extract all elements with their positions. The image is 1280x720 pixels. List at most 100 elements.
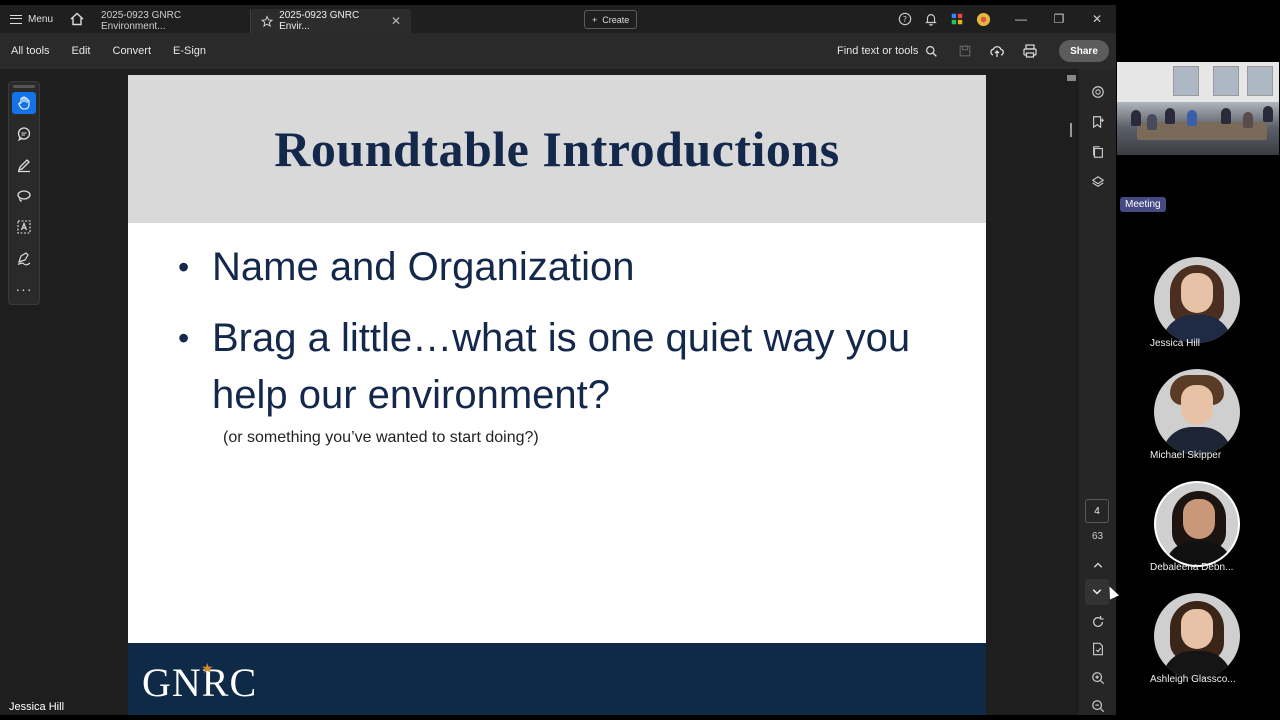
previous-page-button[interactable]: [1079, 559, 1116, 571]
search-icon: [926, 45, 938, 57]
avatar-face: [1181, 609, 1213, 649]
pen-icon: [17, 159, 30, 173]
rail-panels: [1088, 83, 1108, 191]
participant-name: Michael Skipper: [1150, 450, 1222, 461]
current-page-input[interactable]: 4: [1085, 499, 1109, 523]
active-speaker-label: Jessica Hill: [9, 701, 65, 713]
apps-grid-icon[interactable]: [949, 11, 965, 27]
toolbar-icons: [958, 33, 1038, 69]
tab-label: 2025-0923 GNRC Environment...: [101, 10, 182, 32]
menu-label: Menu: [28, 13, 54, 25]
bullet-item: Name and Organization: [178, 239, 958, 296]
text-tool-button[interactable]: [12, 216, 36, 238]
attendee-figure: [1131, 110, 1141, 126]
quick-tools-bar: ···: [8, 81, 40, 305]
edit-menu[interactable]: Edit: [61, 45, 102, 57]
find-tools-button[interactable]: Find text or tools: [837, 33, 938, 69]
create-label: Create: [602, 14, 630, 25]
bullet-list: Name and Organization Brag a little…what…: [178, 239, 958, 438]
draw-tool-button[interactable]: [12, 185, 36, 207]
comment-tool-button[interactable]: [12, 123, 36, 145]
attendee-figure: [1221, 108, 1231, 124]
plus-icon: +: [592, 14, 598, 25]
acrobat-window: Menu 2025-0923 GNRC Environment... 2025-…: [0, 5, 1116, 715]
next-page-button[interactable]: [1085, 579, 1109, 605]
bookmark-icon[interactable]: [1088, 113, 1108, 131]
drag-handle[interactable]: [13, 85, 35, 88]
signature-icon: [17, 252, 31, 266]
avatar-face: [1181, 273, 1213, 313]
slide-footer: GNRC ★: [128, 643, 986, 715]
help-icon[interactable]: ?: [897, 11, 913, 27]
find-label: Find text or tools: [837, 45, 919, 57]
upload-cloud-icon[interactable]: [989, 43, 1005, 59]
highlight-tool-button[interactable]: [12, 154, 36, 176]
create-button[interactable]: + Create: [584, 10, 638, 29]
vertical-scrollbar[interactable]: [1066, 75, 1076, 715]
ai-assistant-icon[interactable]: [1088, 83, 1108, 101]
pdf-page: Roundtable Introductions Name and Organi…: [128, 75, 986, 715]
avatar-face: [1183, 499, 1215, 539]
print-icon[interactable]: [1022, 43, 1038, 59]
restore-button[interactable]: ❐: [1040, 5, 1078, 33]
home-button[interactable]: [63, 5, 91, 33]
hand-icon: [18, 96, 30, 110]
sign-tool-button[interactable]: [12, 247, 36, 269]
tab-label: 2025-0923 GNRC Envir...: [279, 10, 360, 32]
avatar: [1154, 481, 1240, 567]
lasso-icon: [17, 190, 31, 202]
zoom-in-icon: [1091, 672, 1104, 685]
more-icon: ···: [15, 281, 33, 297]
screen: Menu 2025-0923 GNRC Environment... 2025-…: [0, 0, 1280, 720]
minimize-button[interactable]: —: [1002, 5, 1040, 33]
zoom-out-button[interactable]: [1079, 699, 1116, 713]
document-export-icon: [1092, 642, 1103, 656]
all-tools-menu[interactable]: All tools: [0, 45, 61, 57]
avatar-face: [1181, 385, 1213, 425]
participant-name: Ashleigh Glassco...: [1150, 674, 1236, 685]
more-tools-button[interactable]: ···: [12, 278, 36, 300]
scrollbar-thumb[interactable]: [1067, 75, 1076, 81]
star-icon: [261, 14, 274, 27]
chevron-down-icon: [1092, 589, 1102, 595]
total-pages: 63: [1091, 531, 1104, 542]
logo-star-icon: ★: [201, 660, 214, 676]
close-window-button[interactable]: ✕: [1078, 5, 1116, 33]
attendee-figure: [1147, 114, 1157, 130]
room-video-feed[interactable]: [1117, 62, 1279, 155]
comment-icon: [17, 127, 31, 142]
bell-icon[interactable]: [923, 11, 939, 27]
pages-icon[interactable]: [1088, 143, 1108, 161]
tab-close-icon[interactable]: ✕: [391, 14, 401, 28]
zoom-out-icon: [1091, 700, 1104, 713]
page-export-button[interactable]: [1079, 642, 1116, 656]
main-toolbar: All tools Edit Convert E-Sign Find text …: [0, 33, 1116, 69]
window-controls: — ❐ ✕: [1002, 5, 1116, 33]
rotate-button[interactable]: [1079, 615, 1116, 629]
title-icons: ?: [897, 5, 991, 33]
zoom-in-button[interactable]: [1079, 671, 1116, 685]
scroll-position-mark: [1070, 123, 1072, 137]
layers-icon[interactable]: [1088, 173, 1108, 191]
svg-text:?: ?: [903, 15, 907, 24]
rotate-icon: [1092, 615, 1104, 627]
avatar: [1154, 257, 1240, 343]
video-window: [1173, 66, 1199, 96]
share-button[interactable]: Share: [1059, 40, 1109, 62]
hand-tool-button[interactable]: [12, 92, 36, 114]
attendee-figure: [1165, 108, 1175, 124]
attendee-figure: [1243, 112, 1253, 128]
slide-title: Roundtable Introductions: [274, 121, 840, 177]
right-rail: 4 63: [1079, 69, 1116, 715]
esign-menu[interactable]: E-Sign: [162, 45, 217, 57]
hamburger-icon: [10, 14, 22, 24]
save-icon[interactable]: [958, 44, 972, 58]
menu-button[interactable]: Menu: [0, 5, 63, 33]
tab-document-2[interactable]: 2025-0923 GNRC Envir... ✕: [251, 9, 412, 33]
gnrc-logo: GNRC: [142, 660, 258, 705]
profile-avatar-icon[interactable]: [975, 11, 991, 27]
meeting-badge[interactable]: Meeting: [1120, 197, 1166, 212]
video-window: [1213, 66, 1239, 96]
tab-document-1[interactable]: 2025-0923 GNRC Environment...: [91, 9, 252, 33]
convert-menu[interactable]: Convert: [102, 45, 163, 57]
